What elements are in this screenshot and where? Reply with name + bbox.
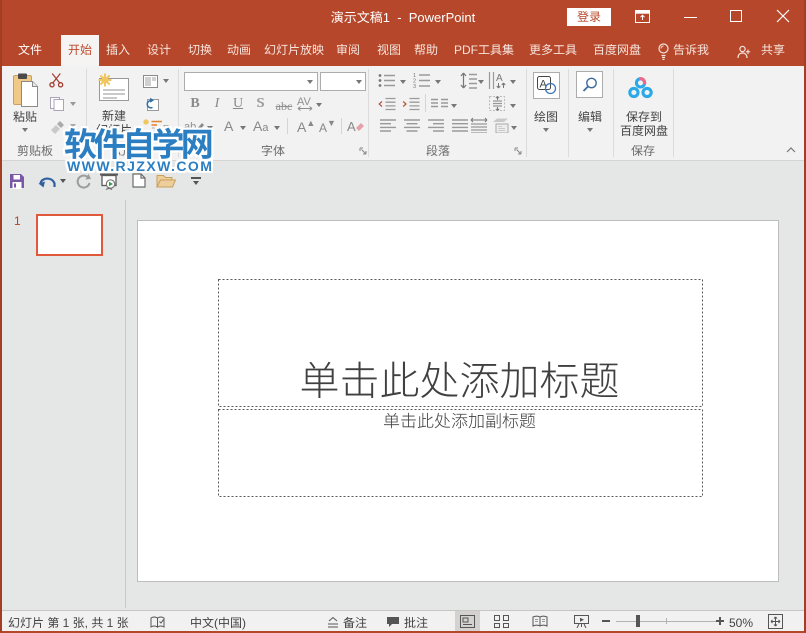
svg-text:A: A <box>540 79 548 91</box>
svg-text:3: 3 <box>413 84 416 88</box>
svg-text:A: A <box>496 73 503 84</box>
svg-text:A: A <box>347 119 356 134</box>
svg-text:AV: AV <box>297 96 312 108</box>
